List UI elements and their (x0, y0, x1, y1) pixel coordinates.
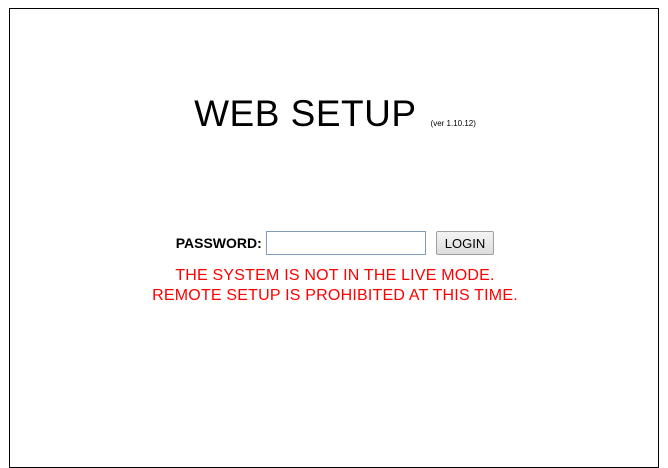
error-message-remote-setup: REMOTE SETUP IS PROHIBITED AT THIS TIME. (152, 287, 518, 304)
password-label: PASSWORD: (175, 235, 262, 251)
password-input[interactable] (265, 231, 426, 255)
version-label: (ver 1.10.12) (430, 119, 476, 128)
login-button[interactable]: LOGIN (435, 231, 495, 255)
login-form: PASSWORD: LOGIN (10, 231, 660, 255)
error-message-live-mode: THE SYSTEM IS NOT IN THE LIVE MODE. (175, 267, 495, 284)
title-row: WEB SETUP (ver 1.10.12) (10, 93, 660, 135)
page-title: WEB SETUP (194, 93, 417, 134)
setup-panel: WEB SETUP (ver 1.10.12) PASSWORD: LOGIN T… (9, 8, 659, 468)
